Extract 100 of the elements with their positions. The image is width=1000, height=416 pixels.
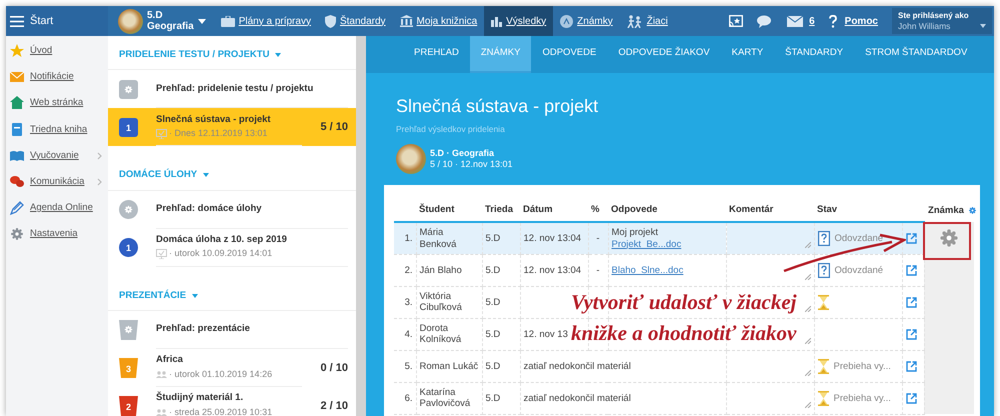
sidebar-item[interactable]: Komunikácia [6, 168, 108, 196]
table-row[interactable]: 1. [394, 222, 416, 254]
external-link-icon[interactable] [906, 360, 916, 372]
class-code: 5.D [147, 10, 164, 21]
help-icon [828, 14, 837, 28]
date-cell: 12. nov 13:04 [524, 232, 582, 244]
percent-cell: - [596, 232, 600, 244]
list-item[interactable]: 2 Študijný materiál 1. · streda 25.09.2019 10:31 2 / 10 [108, 386, 356, 416]
tab[interactable]: PREHĽAD [403, 36, 470, 73]
student-name: Viktória Cibuľková [420, 290, 462, 314]
external-link-icon[interactable] [906, 296, 916, 308]
sidebar-item[interactable]: Úvod [6, 38, 108, 64]
students-icon [626, 14, 643, 28]
class-cell: 5.D [486, 360, 500, 372]
nav-link[interactable]: Moja knižnica [392, 6, 484, 36]
class-cell: 5.D [486, 232, 500, 244]
sidebar-item[interactable]: Vyučovanie [6, 142, 108, 169]
annotation-text: Vytvoriť udalosť v žiackej [571, 289, 796, 316]
resize-handle-icon [804, 242, 810, 248]
tab[interactable]: STROM ŠTANDARDOV [854, 36, 978, 73]
settings-icon[interactable] [938, 227, 960, 250]
library-icon [400, 15, 413, 27]
user-menu[interactable]: Ste prihlásený ako John Williams [892, 8, 992, 34]
nav-link[interactable]: Štandardy [318, 6, 393, 36]
file-link[interactable]: Projekt_Be...doc [612, 238, 722, 250]
caret-icon [275, 53, 282, 58]
table-row[interactable]: 2. [394, 254, 416, 286]
file-link[interactable]: Blaho_Slne...doc [612, 264, 722, 276]
count-badge: 3 [119, 358, 138, 378]
highlight-frame [922, 222, 971, 260]
row-number: 6. [404, 392, 412, 404]
external-link-icon[interactable] [906, 392, 916, 404]
column-header: Známka [928, 204, 964, 218]
nav-link[interactable]: Známky [553, 6, 620, 36]
score-text: 2 / 10 [320, 398, 348, 414]
date-cell: 12. nov 13 [524, 328, 568, 340]
table-row[interactable]: 5. [394, 350, 416, 382]
caret-icon [192, 294, 198, 298]
scrollbar[interactable] [356, 36, 366, 416]
user-name: John Williams [898, 22, 950, 32]
tab[interactable]: ODPOVEDE [531, 36, 608, 73]
status-text: Prebieha vy... [834, 392, 891, 404]
sidebar-item[interactable]: Web stránka [6, 90, 108, 117]
student-name: Dorota Kolníková [420, 322, 462, 346]
item-title: Domáca úloha z 10. sep 2019 [156, 233, 288, 248]
nav-link[interactable]: Plány a prípravy [214, 6, 318, 36]
help-link[interactable]: Pomoc [828, 6, 878, 36]
item-title: Študijný materiál 1. [156, 391, 244, 406]
tab[interactable]: ODPOVEDE ŽIAKOV [607, 36, 721, 73]
resize-handle-icon [804, 274, 810, 280]
cast-icon[interactable] [729, 15, 744, 27]
row-number: 1. [404, 232, 412, 244]
chat-icon [10, 175, 24, 190]
list-item[interactable]: Prehľad: prezentácie [108, 310, 356, 349]
pen-icon [10, 201, 24, 216]
student-name: Ján Blaho [420, 264, 462, 276]
notebook-icon [10, 122, 24, 137]
resize-handle-icon [804, 306, 810, 312]
table-row[interactable]: 3. [394, 286, 416, 318]
sidebar-item[interactable]: Agenda Online [6, 195, 108, 222]
shield-icon [324, 14, 336, 28]
count-badge: 1 [119, 238, 138, 257]
nav-link[interactable]: Výsledky [484, 6, 554, 36]
grade-icon [560, 14, 574, 28]
class-avatar [118, 8, 143, 34]
column-header: Trieda [485, 204, 513, 215]
list-item[interactable]: 1 Slnečná sústava - projekt · Dnes 12.11.2019 13:01 5 / 10 [108, 108, 356, 146]
sidebar-item[interactable]: Notifikácie [6, 64, 108, 90]
tab[interactable]: KARTY [720, 36, 774, 73]
class-cell: 5.D [486, 392, 500, 404]
row-number: 2. [404, 264, 412, 276]
start-menu-button[interactable]: Štart [6, 6, 108, 36]
message-count: 6 [809, 14, 815, 28]
table-row[interactable]: 6. [394, 382, 416, 414]
count-badge: 2 [119, 396, 138, 416]
external-link-icon[interactable] [906, 233, 916, 244]
chat-icon[interactable] [757, 14, 774, 28]
class-selector[interactable]: 5.D Geografia [108, 6, 214, 36]
annotation-text: knižke a ohodnotiť žiakov [571, 320, 796, 347]
sidebar-item[interactable]: Triedna kniha [6, 116, 108, 143]
nav-link[interactable]: Žiaci [620, 6, 675, 36]
page-subtitle: Prehľad výsledkov pridelenia [396, 123, 506, 136]
item-date: · streda 25.09.2019 10:31 [169, 406, 272, 416]
list-item[interactable]: 3 Africa · utorok 01.10.2019 14:26 0 / 10 [108, 348, 356, 387]
settings-icon[interactable] [968, 206, 977, 216]
list-item[interactable]: Prehľad: domáce úlohy [108, 190, 356, 228]
column-header: Odpovede [611, 204, 658, 215]
score-text: 0 / 10 [320, 360, 348, 376]
row-number: 5. [404, 360, 412, 372]
item-title: Africa [156, 353, 184, 368]
tab[interactable]: ŠTANDARDY [774, 36, 854, 73]
external-link-icon[interactable] [906, 264, 916, 276]
date-cell: 12. nov 13:04 [524, 264, 582, 276]
messages-link[interactable]: 6 [787, 6, 815, 36]
book-icon [10, 148, 24, 163]
table-row[interactable]: 4. [394, 318, 416, 350]
resize-handle-icon [804, 370, 810, 376]
sidebar-item[interactable]: Nastavenia [6, 221, 108, 248]
external-link-icon[interactable] [906, 328, 916, 340]
list-item[interactable]: 1 Domáca úloha z 10. sep 2019 · utorok 10.09.2019 14:01 [108, 228, 356, 266]
